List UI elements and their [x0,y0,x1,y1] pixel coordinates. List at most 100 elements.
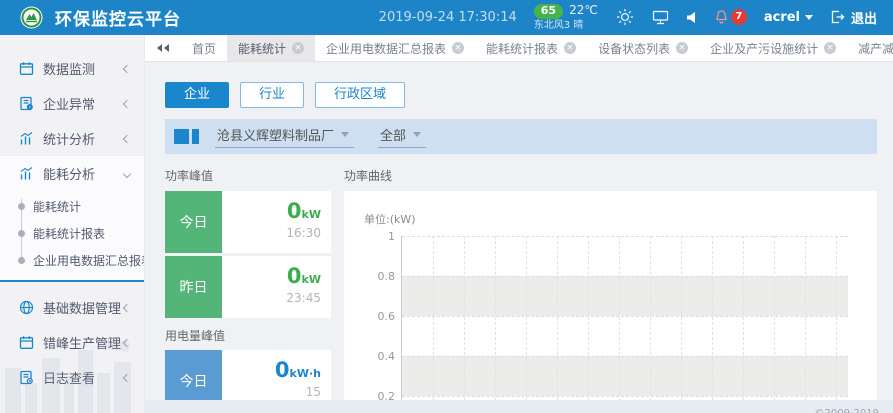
datetime: 2019-09-24 17:30:14 [379,10,517,25]
scope-select[interactable]: 全部 [378,125,426,148]
globe-icon [18,300,34,316]
period-label: 昨日 [165,256,222,318]
tab-label: 能耗统计报表 [486,40,558,57]
vertical-gridline [526,236,527,413]
sidebar-item-enterprise-anomaly[interactable]: 企业异常 [0,86,144,121]
power-curve-title: 功率曲线 [344,167,877,184]
peak-value: 0 [287,199,302,223]
peak-unit: kW·h [290,367,321,380]
sidebar-subitem-energy-report[interactable]: 能耗统计报表 [0,220,144,247]
aqi-badge: 65 [534,4,563,19]
filter-button-industry[interactable]: 行业 [240,82,304,108]
vertical-gridline [588,236,589,413]
chart-unit-label: 单位:(kW) [364,211,848,227]
y-tick-label: 0.8 [364,270,395,283]
logout-icon [830,10,845,24]
bell-icon [714,9,729,25]
vertical-gridline [495,236,496,413]
chart-band [402,276,848,316]
tab-label: 设备状态列表 [598,40,670,57]
copyright-text: ©2009-2019 [814,408,879,413]
logout-button[interactable]: 退出 [830,8,877,27]
bullet-icon [18,257,25,264]
bullet-icon [18,230,25,237]
sidebar-subitem-energy-statistics[interactable]: 能耗统计 [0,193,144,220]
vertical-gridline [464,236,465,413]
tab-label: 减产减排分析 [858,40,893,57]
peak-column: 功率峰值 今日 0kW 16:30 昨日 0kW 23:45 [165,154,331,413]
user-menu[interactable]: acrel [764,10,813,25]
temperature: 22℃ [569,4,598,18]
tab-home[interactable]: 首页 [181,35,227,62]
filter-button-region[interactable]: 行政区域 [315,82,405,108]
vertical-gridline [433,236,434,413]
chevron-left-icon [123,64,131,72]
power-peak-title: 功率峰值 [165,167,331,184]
tab-energy-statistics[interactable]: 能耗统计 × [227,35,315,62]
y-tick-label: 0.4 [364,350,395,363]
sidebar-submenu: 能耗统计 能耗统计报表 企业用电数据汇总报表 [0,191,144,274]
close-icon[interactable]: × [564,42,576,54]
tab-reduction-analysis[interactable]: 减产减排分析 × [847,35,893,62]
peak-time: 16:30 [222,226,321,240]
scroll-tabs-left-button[interactable] [145,44,181,52]
monitor-icon[interactable] [652,10,669,25]
scope-select-value: 全部 [380,125,406,144]
calendar-icon [18,61,34,77]
close-icon[interactable]: × [292,42,304,54]
blue-square-marker-icon [174,129,189,144]
notification-count-badge: 7 [731,9,747,25]
dimension-switch: 企业 行业 行政区域 [165,82,877,108]
tab-device-status-list[interactable]: 设备状态列表 × [587,35,699,62]
filter-button-enterprise[interactable]: 企业 [165,82,229,108]
logout-label: 退出 [851,8,877,27]
sidebar-item-label: 企业异常 [43,94,95,113]
company-select[interactable]: 沧县义辉塑料制品厂 [215,125,354,148]
tab-enterprise-power-summary[interactable]: 企业用电数据汇总报表 × [315,35,475,62]
vertical-gridline [805,236,806,413]
peak-time: 23:45 [222,291,321,305]
close-icon[interactable]: × [824,42,836,54]
double-arrow-left-icon [157,44,162,52]
power-curve-panel: 单位:(kW) 1 0.8 0.6 0.4 0.2 [344,191,877,413]
blue-bar-marker-icon [192,129,199,144]
weather-widget: 65 22℃ 东北风3 晴 [534,4,598,31]
vertical-gridline [557,236,558,413]
sidebar-subitem-label: 能耗统计 [33,198,81,215]
sidebar-item-data-monitoring[interactable]: 数据监测 [0,51,144,86]
header-right: 2019-09-24 17:30:14 65 22℃ 东北风3 晴 [379,4,877,31]
vertical-gridline [774,236,775,413]
mute-speaker-icon[interactable] [686,11,697,24]
notifications[interactable]: 7 [714,9,747,25]
vertical-gridline [619,236,620,413]
sidebar-item-energy-analysis[interactable]: 能耗分析 [0,156,144,191]
app-logo-icon [20,6,43,29]
chevron-down-icon [123,169,131,177]
sidebar-item-basic-data[interactable]: 基础数据管理 [0,290,144,325]
bar-chart-icon [18,131,34,147]
sidebar-item-statistics-analysis[interactable]: 统计分析 [0,121,144,156]
sun-weather-icon [615,7,635,27]
tab-energy-report[interactable]: 能耗统计报表 × [475,35,587,62]
company-select-value: 沧县义辉塑料制品厂 [217,125,334,144]
peak-value-area: 0kW 23:45 [222,256,331,318]
bullet-icon [18,203,25,210]
sidebar-subitem-label: 能耗统计报表 [33,225,105,242]
chart-column: 功率曲线 单位:(kW) 1 0.8 0.6 0.4 0.2 [344,154,877,413]
peak-time: 15 [222,385,321,399]
power-curve-plot: 1 0.8 0.6 0.4 0.2 [401,236,848,413]
y-tick-label: 0.6 [364,310,395,323]
username: acrel [764,10,800,25]
vertical-gridline [681,236,682,413]
dashboard-panels: 功率峰值 今日 0kW 16:30 昨日 0kW 23:45 [165,154,877,413]
sidebar-subitem-enterprise-power-summary[interactable]: 企业用电数据汇总报表 [0,247,144,274]
close-icon[interactable]: × [452,42,464,54]
tab-label: 企业及产污设施统计 [710,40,818,57]
chevron-down-icon [341,132,349,137]
close-icon[interactable]: × [676,42,688,54]
chart-band [402,236,848,276]
app-header: 环保监控云平台 2019-09-24 17:30:14 65 22℃ 东北风3 … [0,0,893,35]
tab-enterprise-pollution-facility[interactable]: 企业及产污设施统计 × [699,35,847,62]
document-gear-icon [18,96,34,112]
tab-label: 能耗统计 [238,40,286,57]
